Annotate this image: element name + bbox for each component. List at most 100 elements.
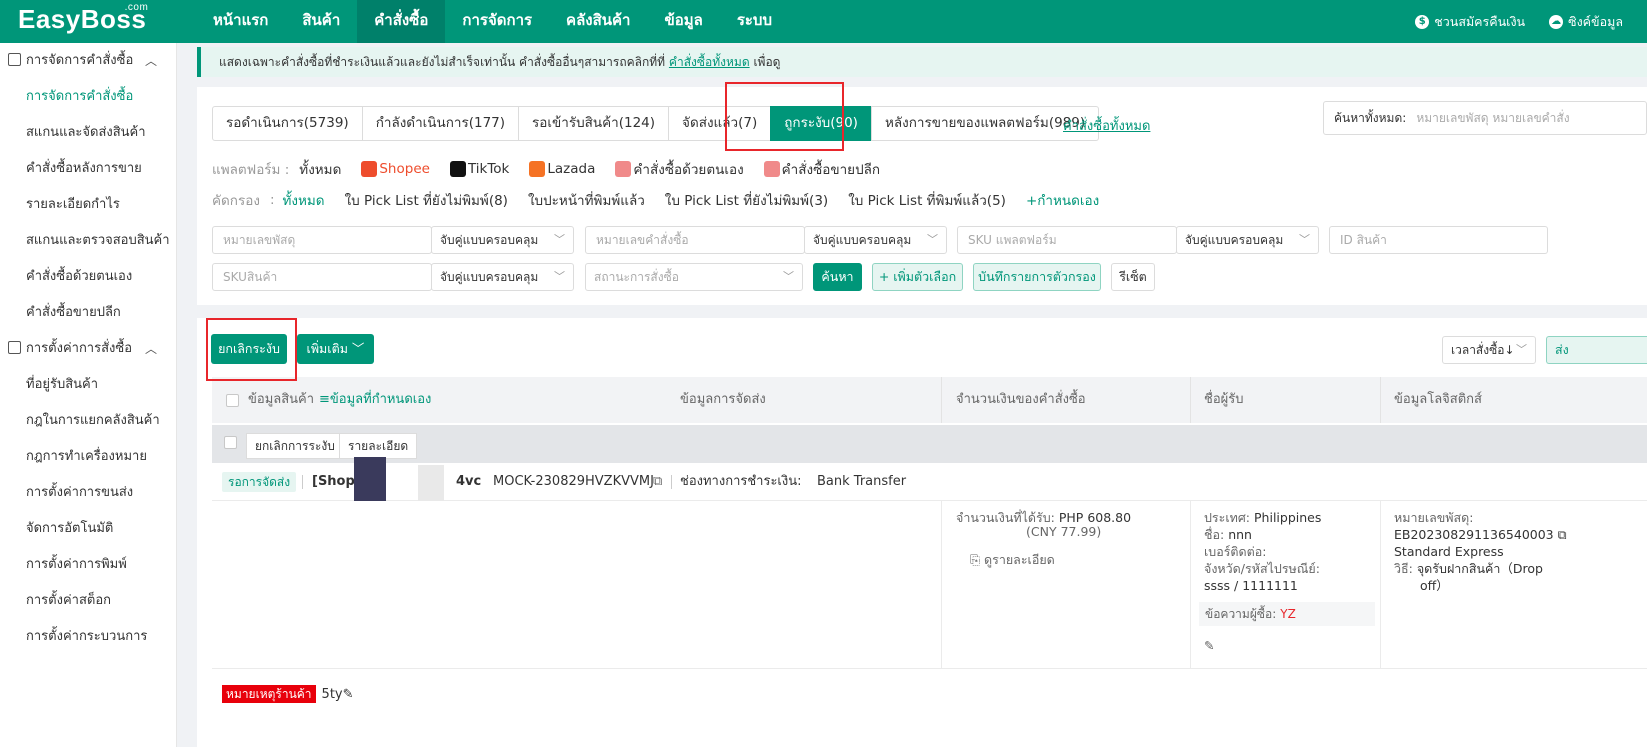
platform-option-label: Shopee xyxy=(379,161,430,177)
shop-name-suffix: 4vc xyxy=(456,474,482,489)
nav-home[interactable]: หน้าแรก xyxy=(196,0,285,43)
tracking-label: หมายเลขพัสดุ: xyxy=(1394,510,1474,525)
chevron-down-icon: ﹀ xyxy=(783,270,794,283)
edit-icon[interactable]: ✎ xyxy=(343,687,354,702)
order-status-placeholder: สถานะการสั่งซื้อ xyxy=(594,270,679,284)
screen-option-all[interactable]: ทั้งหมด xyxy=(283,189,325,211)
platform-option-label: คำสั่งซื้อขายปลีก xyxy=(781,162,881,178)
header-divider xyxy=(1190,377,1191,423)
order-status-select[interactable]: สถานะการสั่งซื้อ ﹀ xyxy=(585,263,803,291)
sidebar-group-order-settings[interactable]: การตั้งค่าการสั่งซื้อ ︿ xyxy=(0,331,176,367)
header-custom-info[interactable]: ≡ข้อมูลที่กำหนดเอง xyxy=(319,377,431,423)
nav-warehouse[interactable]: คลังสินค้า xyxy=(549,0,647,43)
sidebar-item-scan-check[interactable]: สแกนและตรวจสอบสินค้า xyxy=(0,223,176,259)
nav-products[interactable]: สินค้า xyxy=(285,0,357,43)
refund-link[interactable]: $ ชวนสมัครคืนเงิน xyxy=(1415,12,1525,32)
screen-option-picklist-unprinted-2[interactable]: ใบ Pick List ที่ยังไม่พิมพ์(3) xyxy=(665,189,828,211)
nav-management[interactable]: การจัดการ xyxy=(445,0,549,43)
select-all-checkbox[interactable] xyxy=(226,394,239,407)
sidebar-item-print-settings[interactable]: การตั้งค่าการพิมพ์ xyxy=(0,547,176,583)
easyboss-logo[interactable]: EasyBoss .com xyxy=(18,2,149,35)
order-checkbox[interactable] xyxy=(224,436,237,449)
status-tabs: รอดำเนินการ(5739) กำลังดำเนินการ(177) รอ… xyxy=(212,106,1100,141)
product-id-input[interactable]: ID สินค้า xyxy=(1329,226,1548,254)
sidebar-item-scan-ship[interactable]: สแกนและจัดส่งสินค้า xyxy=(0,115,176,151)
method-label: วิธี: xyxy=(1394,561,1413,576)
sidebar-item-marking-rules[interactable]: กฎการทำเครื่องหมาย xyxy=(0,439,176,475)
sidebar-item-process-settings[interactable]: การตั้งค่ากระบวนการ xyxy=(0,619,176,655)
notice-all-orders-link[interactable]: คำสั่งซื้อทั้งหมด xyxy=(669,55,750,69)
sync-link[interactable]: ☁ ซิงค์ข้อมูล xyxy=(1549,12,1623,32)
tab-awaiting-pickup[interactable]: รอเข้ารับสินค้า(124) xyxy=(518,106,670,141)
sidebar-item-retail-orders[interactable]: คำสั่งซื้อขายปลีก xyxy=(0,295,176,331)
search-all-input[interactable]: ค้นหาทั้งหมด: หมายเลขพัสดุ หมายเลขคำสั่ง xyxy=(1323,101,1647,135)
logo-suffix: .com xyxy=(124,2,149,13)
platform-sku-input[interactable]: SKU แพลตฟอร์ม xyxy=(957,226,1177,254)
sidebar-item-order-management[interactable]: การจัดการคำสั่งซื้อ xyxy=(0,79,176,115)
right-cut-button[interactable]: ส่ง xyxy=(1546,336,1647,364)
copy-icon[interactable]: ⧉ xyxy=(1558,527,1567,542)
order-match-select[interactable]: จับคู่แบบครอบคลุม ﹀ xyxy=(804,226,947,254)
screen-option-picklist-unprinted[interactable]: ใบ Pick List ที่ยังไม่พิมพ์(8) xyxy=(345,189,508,211)
edit-icon[interactable]: ✎ xyxy=(1204,637,1214,654)
chevron-down-icon: ﹀ xyxy=(554,270,565,283)
separator xyxy=(302,475,303,489)
detail-button[interactable]: รายละเอียด xyxy=(339,433,418,459)
sidebar-item-stock-settings[interactable]: การตั้งค่าสต็อก xyxy=(0,583,176,619)
sku-input[interactable]: SKUสินค้า xyxy=(212,263,432,291)
all-orders-link[interactable]: คำสั่งซื้อทั้งหมด xyxy=(1063,115,1150,136)
screen-option-label-printed[interactable]: ใบปะหน้าที่พิมพ์แล้ว xyxy=(528,189,645,211)
sidebar-item-warehouse-rules[interactable]: กฎในการแยกคลังสินค้า xyxy=(0,403,176,439)
header-shipping-info: ข้อมูลการจัดส่ง xyxy=(680,392,766,407)
more-dropdown-button[interactable]: เพิ่มเติม ﹀ xyxy=(297,334,374,364)
cancel-suspension-button[interactable]: ยกเลิกการระงับ xyxy=(246,433,344,459)
copy-icon[interactable]: ⧉ xyxy=(653,472,662,492)
save-filter-button[interactable]: บันทึกรายการตัวกรอง xyxy=(973,263,1101,291)
tracking-number-input[interactable]: หมายเลขพัสดุ xyxy=(212,226,432,254)
sidebar-item-shipping-settings[interactable]: การตั้งค่าการขนส่ง xyxy=(0,475,176,511)
country-label: ประเทศ: xyxy=(1204,510,1251,525)
search-button[interactable]: ค้นหา xyxy=(813,263,862,291)
reset-button[interactable]: รีเซ็ต xyxy=(1111,263,1155,291)
header-divider xyxy=(1380,377,1381,423)
chevron-down-icon: ﹀ xyxy=(927,233,938,246)
sync-link-label: ซิงค์ข้อมูล xyxy=(1568,13,1623,29)
order-number-input[interactable]: หมายเลขคำสั่งซื้อ xyxy=(585,226,805,254)
name-value: nnn xyxy=(1228,527,1252,542)
sidebar-item-pickup-address[interactable]: ที่อยู่รับสินค้า xyxy=(0,367,176,403)
sidebar-item-manual-orders[interactable]: คำสั่งซื้อด้วยตนเอง xyxy=(0,259,176,295)
platform-option-lazada[interactable]: Lazada xyxy=(529,161,595,177)
status-badge: รอการจัดส่ง xyxy=(222,472,297,492)
nav-data[interactable]: ข้อมูล xyxy=(647,0,719,43)
shop-note-line: หมายเหตุร้านค้า 5ty ✎ xyxy=(222,684,354,704)
sidebar-item-automation[interactable]: จัดการอัตโนมัติ xyxy=(0,511,176,547)
sku-match-select[interactable]: จับคู่แบบครอบคลุม ﹀ xyxy=(431,263,574,291)
sidebar-group-label: การตั้งค่าการสั่งซื้อ xyxy=(26,341,133,356)
sidebar-item-profit-detail[interactable]: รายละเอียดกำไร xyxy=(0,187,176,223)
tab-pending[interactable]: รอดำเนินการ(5739) xyxy=(212,106,363,141)
platform-option-retail[interactable]: คำสั่งซื้อขายปลีก xyxy=(763,158,881,180)
nav-system[interactable]: ระบบ xyxy=(720,0,789,43)
platform-option-tiktok[interactable]: TikTok xyxy=(449,161,509,177)
search-all-placeholder: หมายเลขพัสดุ หมายเลขคำสั่ง xyxy=(1416,111,1570,125)
nav-orders[interactable]: คำสั่งซื้อ xyxy=(357,0,446,43)
platform-option-shopee[interactable]: Shopee xyxy=(361,161,430,177)
sort-select[interactable]: เวลาสั่งซื้อ↓ ﹀ xyxy=(1442,336,1536,364)
platform-option-all[interactable]: ทั้งหมด xyxy=(299,158,341,180)
platform-option-manual[interactable]: คำสั่งซื้อด้วยตนเอง xyxy=(615,158,744,180)
province-value: ssss / 1111111 xyxy=(1204,578,1298,593)
view-detail-link[interactable]: ⎘ ดูรายละเอียด xyxy=(970,551,1055,568)
tracking-match-select[interactable]: จับคู่แบบครอบคลุม ﹀ xyxy=(431,226,574,254)
add-option-button[interactable]: + เพิ่มตัวเลือก xyxy=(872,263,963,291)
notice-text: แสดงเฉพาะคำสั่งซื้อที่ชำระเงินแล้วและยัง… xyxy=(219,55,666,69)
coin-icon: $ xyxy=(1415,14,1430,29)
column-divider xyxy=(941,501,942,669)
sidebar-group-order-management[interactable]: การจัดการคำสั่งซื้อ ︿ xyxy=(0,43,176,79)
tab-processing[interactable]: กำลังดำเนินการ(177) xyxy=(361,106,520,141)
platform-sku-match-select[interactable]: จับคู่แบบครอบคลุม ﹀ xyxy=(1176,226,1319,254)
amount-cny: (CNY 77.99) xyxy=(1026,524,1102,539)
redacted-block xyxy=(418,465,444,501)
screen-option-custom[interactable]: +กำหนดเอง xyxy=(1026,189,1099,211)
sidebar-item-after-sales[interactable]: คำสั่งซื้อหลังการขาย xyxy=(0,151,176,187)
screen-option-picklist-printed[interactable]: ใบ Pick List ที่พิมพ์แล้ว(5) xyxy=(848,189,1006,211)
